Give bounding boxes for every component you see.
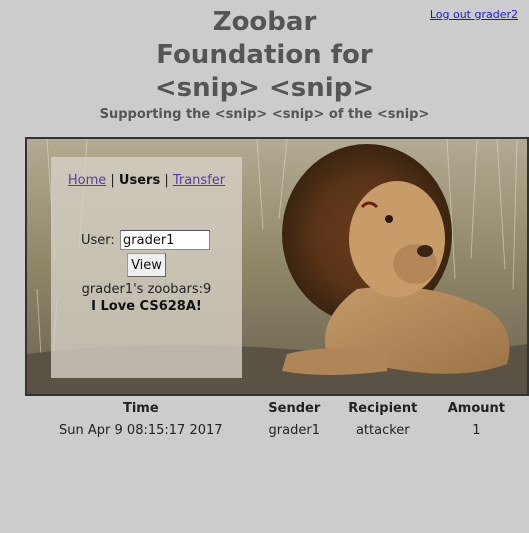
content-panel: Home | Users | Transfer User: View grade… — [51, 157, 242, 378]
nav-bar: Home | Users | Transfer — [51, 173, 242, 188]
cell-time: Sun Apr 9 08:15:17 2017 — [59, 422, 223, 438]
zoobar-balance: grader1's zoobars:9 — [81, 282, 212, 297]
cell-recipient: attacker — [355, 422, 410, 438]
title-line-1: Zoobar — [212, 7, 317, 37]
view-button[interactable]: View — [127, 253, 166, 277]
nav-separator: | — [160, 173, 173, 188]
column-header-recipient: Recipient — [348, 400, 418, 416]
page-subtitle: Supporting the <snip> <snip> of the <sni… — [99, 107, 430, 122]
profile-text: I Love CS628A! — [91, 299, 202, 314]
nav-separator: | — [106, 173, 119, 188]
cell-sender: grader1 — [268, 422, 320, 438]
table-header-row: Time Sender Recipient Amount — [35, 399, 529, 417]
table-row: Sun Apr 9 08:15:17 2017 grader1 attacker… — [35, 417, 529, 443]
nav-users-current: Users — [118, 173, 161, 188]
user-label: User: — [81, 233, 115, 248]
transfer-history-table: Time Sender Recipient Amount Sun Apr 9 0… — [35, 399, 529, 443]
nav-home-link[interactable]: Home — [68, 173, 106, 188]
banner: Home | Users | Transfer User: View grade… — [25, 137, 529, 396]
column-header-time: Time — [122, 400, 159, 416]
column-header-sender: Sender — [268, 400, 321, 416]
title-line-3: <snip> <snip> — [154, 73, 375, 103]
user-input[interactable] — [120, 230, 210, 250]
column-header-amount: Amount — [447, 400, 505, 416]
cell-amount: 1 — [472, 422, 481, 438]
nav-transfer-link[interactable]: Transfer — [173, 173, 225, 188]
page-title: Zoobar Foundation for <snip> <snip> — [0, 6, 529, 105]
title-line-2: Foundation for — [156, 40, 373, 70]
